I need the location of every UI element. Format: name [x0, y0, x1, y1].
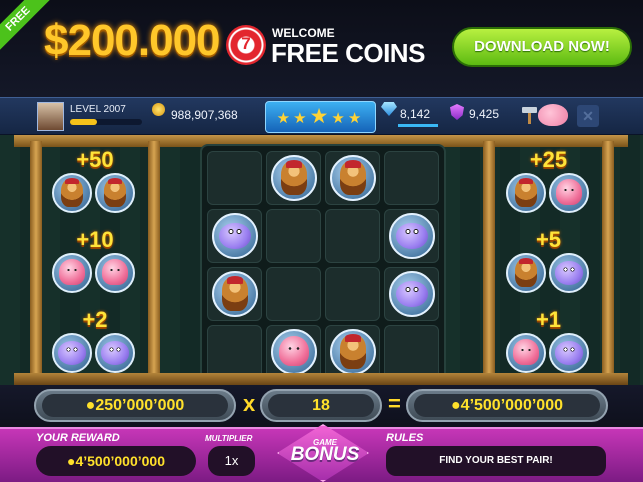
shield-balance: 9,425: [469, 107, 500, 121]
promo-banner: FREE $200.000 7 WELCOME FREE COINS DOWNL…: [0, 0, 643, 97]
grid-cell[interactable]: [384, 209, 439, 263]
pirate-symbol-icon: [330, 329, 376, 375]
pick-grid: [200, 144, 446, 383]
paytable-multiplier: +50: [76, 147, 114, 172]
payout-formula: ●250’000’000 x 18 = ●4’500’000’000: [0, 385, 643, 427]
bet-pill: ●250’000’000: [34, 389, 236, 422]
equals-sign: =: [388, 391, 401, 416]
fish-symbol-icon: [389, 213, 435, 259]
hammer-icon[interactable]: [520, 106, 538, 124]
your-reward-label: YOUR REWARD: [36, 432, 120, 444]
game-board: +50 +10 +2 +25 +5 +1: [0, 135, 643, 385]
right-paytable: +25 +5 +1: [495, 147, 602, 373]
stars-left: ★★: [276, 110, 310, 127]
grid-cell[interactable]: [207, 151, 262, 205]
grid-cell[interactable]: [266, 151, 321, 205]
free-coins-text: FREE COINS: [271, 38, 425, 68]
multiplier-label: MULTIPLIER: [205, 434, 253, 443]
octopus-symbol-icon: [271, 329, 317, 375]
multiplier-box: 1x: [208, 446, 255, 476]
grid-cell[interactable]: [384, 151, 439, 205]
pirate-symbol-icon: [95, 173, 135, 213]
fish-symbol-icon: [549, 333, 589, 373]
grid-cell[interactable]: [325, 325, 380, 379]
stars-right: ★★: [331, 110, 365, 127]
paytable-multiplier: +10: [76, 227, 114, 252]
shield-icon: [450, 104, 464, 120]
grid-cell[interactable]: [207, 209, 262, 263]
coin-icon: [152, 103, 165, 116]
casino-chip-icon: 7: [226, 25, 266, 65]
wood-post: [30, 141, 42, 379]
pirate-symbol-icon: [212, 271, 258, 317]
paytable-multiplier: +2: [82, 307, 108, 332]
rules-text: FIND YOUR BEST PAIR!: [386, 446, 606, 476]
coin-balance: 988,907,368: [171, 108, 238, 122]
pirate-symbol-icon: [506, 253, 546, 293]
octopus-symbol-icon: [95, 253, 135, 293]
level-progress-bar: [70, 119, 142, 125]
gem-progress-bar: [398, 124, 438, 127]
download-now-button[interactable]: DOWNLOAD NOW!: [452, 27, 632, 67]
times-sign: x: [243, 391, 256, 416]
fish-symbol-icon: [52, 333, 92, 373]
bottom-wood-beam: [14, 373, 628, 385]
pirate-symbol-icon: [330, 155, 376, 201]
grid-cell[interactable]: [384, 267, 439, 321]
paytable-multiplier: +1: [535, 307, 562, 332]
paytable-multiplier: +5: [535, 227, 562, 252]
octopus-symbol-icon: [52, 253, 92, 293]
grid-cell[interactable]: [266, 325, 321, 379]
wood-post: [602, 141, 614, 379]
paytable-multiplier: +25: [529, 147, 568, 172]
wood-post: [148, 141, 160, 379]
gem-balance: 8,142: [400, 107, 431, 121]
pirate-symbol-icon: [506, 173, 546, 213]
grid-cell[interactable]: [266, 209, 321, 263]
left-paytable: +50 +10 +2: [42, 147, 148, 373]
result-pill: ●4’500’000’000: [406, 389, 608, 422]
grid-cell[interactable]: [207, 267, 262, 321]
fish-symbol-icon: [549, 253, 589, 293]
grid-cell[interactable]: [266, 267, 321, 321]
rules-label: RULES: [386, 432, 424, 444]
level-label: LEVEL 2007: [70, 104, 126, 115]
bet-value: ●250’000’000: [42, 394, 228, 417]
result-value: ●4’500’000’000: [414, 394, 600, 417]
fish-symbol-icon: [95, 333, 135, 373]
multiplier-pill: 18: [260, 389, 382, 422]
chip-number: 7: [241, 34, 251, 53]
stars-button[interactable]: ★★★★★: [265, 101, 376, 133]
wood-post: [483, 141, 495, 379]
fish-symbol-icon: [389, 271, 435, 317]
gem-icon: [381, 102, 397, 116]
avatar[interactable]: [37, 102, 64, 131]
grid-cell[interactable]: [325, 209, 380, 263]
promo-amount: $200.000: [44, 16, 221, 65]
octopus-symbol-icon: [506, 333, 546, 373]
fish-symbol-icon: [212, 213, 258, 259]
grid-cell[interactable]: [207, 325, 262, 379]
reward-value: ●4’500’000’000: [36, 446, 196, 476]
close-icon[interactable]: ✕: [577, 105, 599, 127]
multiplier-value: 18: [268, 394, 374, 417]
pirate-symbol-icon: [52, 173, 92, 213]
piggy-bank-icon[interactable]: [538, 104, 568, 126]
grid-cell[interactable]: [384, 325, 439, 379]
status-bar: LEVEL 2007 988,907,368 ★★★★★ 8,142 9,425…: [0, 97, 643, 135]
octopus-symbol-icon: [549, 173, 589, 213]
level-progress-fill: [70, 119, 98, 125]
grid-cell[interactable]: [325, 151, 380, 205]
grid-cell[interactable]: [325, 267, 380, 321]
pirate-symbol-icon: [271, 155, 317, 201]
star-center-icon: ★: [309, 105, 332, 128]
